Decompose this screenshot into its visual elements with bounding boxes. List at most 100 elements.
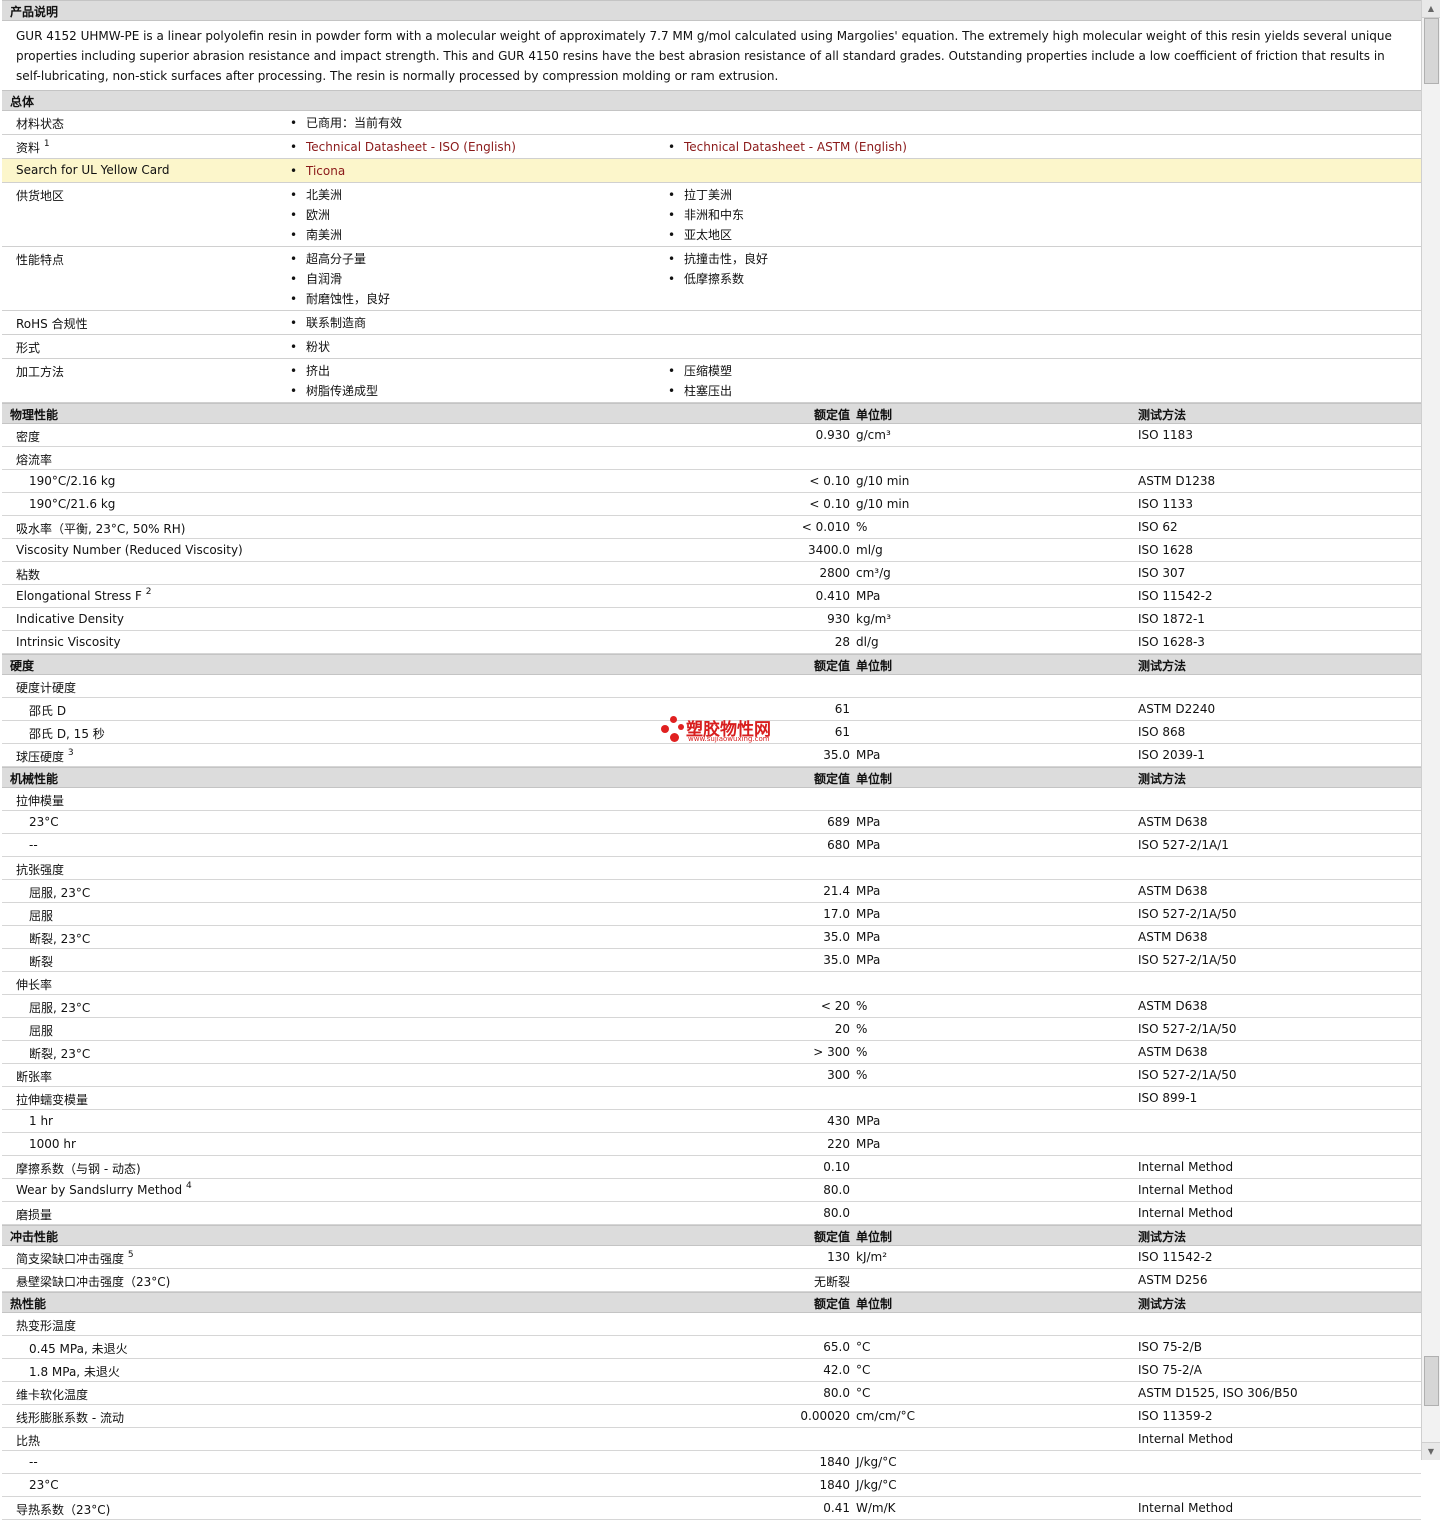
general-row-label: 材料状态 [16, 115, 64, 132]
list-item: 柱塞压出 [668, 381, 1046, 401]
list-item: 联系制造商 [290, 313, 668, 333]
footnote-ref[interactable]: 2 [146, 587, 152, 597]
test-method: ISO 62 [1138, 520, 1178, 534]
property-value: 300 [827, 1068, 850, 1082]
footnote-ref[interactable]: 5 [128, 1250, 134, 1260]
property-label: 抗张强度 [16, 861, 64, 878]
property-value: < 0.010 [801, 520, 850, 534]
property-unit: % [856, 999, 868, 1013]
label-text: 0.45 MPa, 未退火 [29, 1342, 128, 1356]
item-text: 压缩模塑 [684, 364, 733, 378]
column-header-method: 测试方法 [1138, 659, 1187, 673]
table-row: 线形膨胀系数 - 流动 0.00020 cm/cm/°C ISO 11359-2 [2, 1405, 1421, 1428]
property-unit: cm/cm/°C [856, 1409, 916, 1423]
footnote-ref[interactable]: 3 [68, 748, 74, 758]
item-link[interactable]: Technical Datasheet - ISO (English) [306, 140, 516, 154]
property-label: Elongational Stress F 2 [16, 587, 152, 604]
item-text: 亚太地区 [684, 228, 733, 242]
item-text: 低摩擦系数 [684, 272, 745, 286]
property-label: 维卡软化温度 [16, 1386, 88, 1403]
test-method: Internal Method [1138, 1160, 1234, 1174]
item-link[interactable]: Technical Datasheet - ASTM (English) [684, 140, 907, 154]
label-text: 材料状态 [16, 117, 65, 131]
item-text: 已商用：当前有效 [306, 116, 403, 130]
table-row: 1.8 MPa, 未退火 42.0 °C ISO 75-2/A [2, 1359, 1421, 1382]
property-value: 20 [834, 1022, 850, 1036]
list-item: Technical Datasheet - ASTM (English) [668, 137, 1046, 157]
table-row: 吸水率（平衡, 23°C, 50% RH) < 0.010% ISO 62 [2, 516, 1421, 539]
property-unit: dl/g [856, 635, 879, 649]
general-row-label: 形式 [16, 339, 40, 356]
property-value: 35.0 [823, 748, 850, 762]
property-label: 1 hr [29, 1114, 53, 1128]
table-row: 190°C/2.16 kg < 0.10 g/10 min ASTM D1238 [2, 470, 1421, 493]
property-unit: J/kg/°C [856, 1455, 897, 1469]
table-row: 伸长率 [2, 972, 1421, 995]
list-item: 拉丁美洲 [668, 185, 1046, 205]
property-value: 2800 [819, 566, 850, 580]
general-row: 资料 1Technical Datasheet - ISO (English)T… [2, 135, 1421, 159]
property-unit: g/10 min [856, 497, 910, 511]
property-value: 0.00020 [800, 1409, 850, 1423]
property-label: 屈服, 23°C [29, 999, 90, 1016]
test-method: ISO 307 [1138, 566, 1186, 580]
property-label: 热变形温度 [16, 1317, 76, 1334]
table-row: 拉伸蠕变模量 ISO 899-1 [2, 1087, 1421, 1110]
property-label: Viscosity Number (Reduced Viscosity) [16, 543, 243, 557]
label-text: 维卡软化温度 [16, 1388, 89, 1402]
section-title: 机械性能 [10, 772, 59, 786]
watermark-logo: 塑胶物性网 www.sujiaowuxing.com [658, 713, 788, 747]
table-row: Wear by Sandslurry Method 4 80.0 Internal … [2, 1179, 1421, 1202]
label-text: 邵氏 D [29, 704, 67, 718]
label-text: 屈服, 23°C [29, 1001, 91, 1015]
table-row: 断裂, 23°C 35.0 MPa ASTM D638 [2, 926, 1421, 949]
section-title: 硬度 [10, 659, 35, 673]
footnote-ref[interactable]: 1 [44, 139, 50, 149]
table-row: -- 1840 J/kg/°C [2, 1451, 1421, 1474]
general-table: 材料状态 已商用：当前有效资料 1 Technical Datasheet - IS… [2, 111, 1421, 403]
scroll-down-arrow-icon[interactable]: ▼ [1422, 1442, 1440, 1460]
table-row: 1 hr 430 MPa [2, 1110, 1421, 1133]
label-text: -- [29, 1455, 38, 1469]
list-item: 挤出 [290, 361, 668, 381]
item-link[interactable]: Ticona [306, 164, 345, 178]
footnote-ref[interactable]: 4 [186, 1181, 192, 1191]
table-row: 密度 0.930 g/cm³ ISO 1183 [2, 424, 1421, 447]
property-label: 导热系数（23°C) [16, 1501, 110, 1518]
label-text: 屈服, 23°C [29, 886, 91, 900]
list-item: 低摩擦系数 [668, 269, 1046, 289]
section-title: 总体 [10, 95, 35, 109]
property-value: 0.930 [815, 428, 850, 442]
table-row: 比热 Internal Method [2, 1428, 1421, 1451]
table-row: 球压硬度 3 35.0 MPa ISO 2039-1 [2, 744, 1421, 767]
property-value: 80.0 [823, 1206, 850, 1220]
test-method: ASTM D2240 [1138, 702, 1216, 716]
test-method: ISO 527-2/1A/1 [1138, 838, 1229, 852]
property-label: Intrinsic Viscosity [16, 635, 121, 649]
label-text: 屈服 [29, 1024, 54, 1038]
scrollbar-thumb[interactable] [1424, 1356, 1439, 1406]
column-header-unit: 单位制 [856, 772, 893, 786]
label-text: Indicative Density [16, 612, 125, 626]
scroll-up-arrow-icon[interactable]: ▲ [1422, 0, 1440, 18]
property-value: 220 [827, 1137, 850, 1151]
section-title: 产品说明 [10, 5, 59, 19]
label-text: Wear by Sandslurry Method [16, 1183, 183, 1197]
test-method: ASTM D1525, ISO 306/B50 [1138, 1386, 1298, 1400]
property-value: 689 [827, 815, 850, 829]
list-item: 已商用：当前有效 [290, 113, 668, 133]
table-row: -- 680 MPa ISO 527-2/1A/1 [2, 834, 1421, 857]
property-unit: ml/g [856, 543, 883, 557]
list-item: 北美洲 [290, 185, 668, 205]
test-method: ASTM D256 [1138, 1273, 1208, 1287]
test-method: ISO 527-2/1A/50 [1138, 953, 1237, 967]
test-method: ISO 1872-1 [1138, 612, 1205, 626]
property-value: 130 [827, 1250, 850, 1264]
vertical-scrollbar[interactable]: ▲ ▼ [1421, 0, 1440, 1460]
section-header: 机械性能 额定值 单位制 测试方法 [2, 767, 1421, 788]
list-item: 非洲和中东 [668, 205, 1046, 225]
value-list: 超高分子量 抗撞击性，良好自润滑 低摩擦系数耐磨蚀性，良好 [290, 249, 1421, 309]
label-text: Viscosity Number (Reduced Viscosity) [16, 543, 243, 557]
scrollbar-thumb[interactable] [1424, 18, 1439, 84]
property-value: 680 [827, 838, 850, 852]
